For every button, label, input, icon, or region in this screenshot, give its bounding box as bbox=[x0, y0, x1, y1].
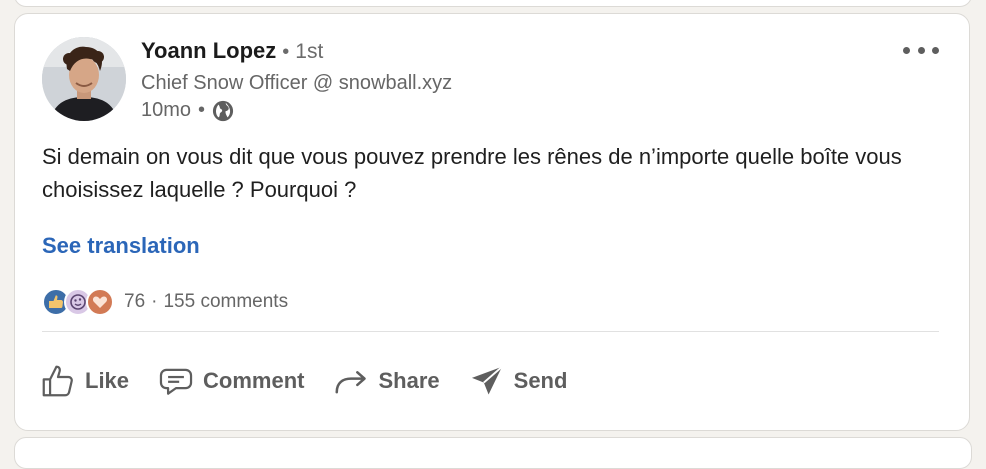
comment-icon bbox=[159, 368, 193, 395]
reaction-count[interactable]: 76 bbox=[124, 291, 145, 313]
globe-icon bbox=[212, 100, 234, 121]
more-dot-icon bbox=[932, 46, 939, 54]
like-button[interactable]: Like bbox=[39, 362, 129, 400]
share-label: Share bbox=[378, 368, 440, 393]
post-time: 10mo bbox=[141, 99, 192, 121]
comments-count[interactable]: 155 comments bbox=[163, 291, 288, 313]
post-card: Yoann Lopez • 1st Chief Snow Officer @ s… bbox=[14, 13, 970, 431]
action-bar: Like Comment Share Send bbox=[39, 362, 595, 400]
more-dot-icon bbox=[917, 46, 925, 54]
send-label: Send bbox=[513, 368, 568, 393]
count-separator: · bbox=[151, 291, 158, 312]
comment-button[interactable]: Comment bbox=[157, 362, 304, 400]
post-text: Si demain on vous dit que vous pouvez pr… bbox=[42, 144, 902, 202]
divider bbox=[42, 331, 939, 332]
more-options-button[interactable] bbox=[903, 44, 939, 56]
connection-degree: 1st bbox=[295, 40, 324, 63]
send-button[interactable]: Send bbox=[468, 362, 568, 400]
reactions-summary[interactable]: 76 · 155 comments bbox=[42, 288, 288, 316]
like-label: Like bbox=[85, 368, 130, 393]
post-meta: 10mo • bbox=[141, 99, 234, 122]
more-dot-icon bbox=[903, 46, 910, 54]
love-icon bbox=[86, 288, 114, 316]
author-name[interactable]: Yoann Lopez bbox=[141, 38, 276, 64]
next-post-card bbox=[14, 437, 972, 469]
thumbs-up-icon bbox=[42, 365, 73, 397]
heart-glyph bbox=[92, 296, 108, 308]
previous-post-card bbox=[14, 0, 972, 7]
author-headline: Chief Snow Officer @ snowball.xyz bbox=[141, 72, 453, 94]
avatar-photo bbox=[42, 37, 126, 121]
share-button[interactable]: Share bbox=[332, 362, 440, 400]
share-arrow-icon bbox=[335, 371, 367, 394]
avatar[interactable] bbox=[42, 37, 126, 121]
meta-separator: • bbox=[198, 99, 206, 121]
comment-label: Comment bbox=[203, 368, 305, 393]
send-icon bbox=[471, 366, 503, 395]
see-translation-link[interactable]: See translation bbox=[42, 233, 200, 259]
name-separator: • bbox=[282, 41, 290, 63]
